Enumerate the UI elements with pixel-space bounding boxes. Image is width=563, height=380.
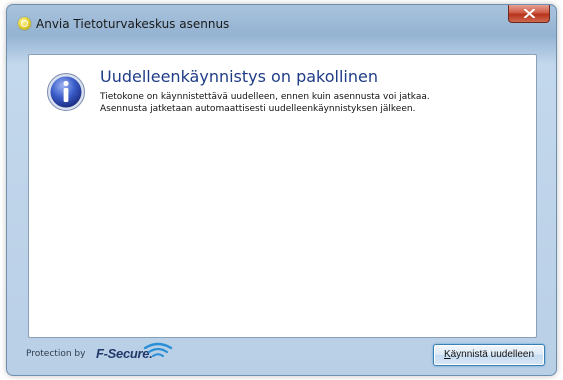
message-line-2: Asennusta jatketaan automaattisesti uude…	[100, 104, 416, 114]
f-secure-logo	[143, 342, 173, 357]
title-bar[interactable]: Anvia Tietoturvakeskus asennus	[7, 5, 556, 39]
message-panel: Uudelleenkäynnistys on pakollinen Tietok…	[28, 54, 537, 338]
app-icon	[18, 17, 31, 30]
message-heading: Uudelleenkäynnistys on pakollinen	[100, 67, 378, 86]
info-icon	[47, 73, 85, 111]
close-icon	[524, 9, 535, 18]
message-line-1: Tietokone on käynnistettävä uudelleen, e…	[100, 92, 430, 102]
restart-button-access-key: K	[443, 349, 451, 360]
window-title: Anvia Tietoturvakeskus asennus	[36, 17, 230, 31]
restart-button-label: äynnistä uudelleen	[450, 349, 535, 360]
protection-label: Protection by	[26, 349, 86, 359]
close-button[interactable]	[508, 5, 550, 23]
restart-button[interactable]: Käynnistä uudelleen	[433, 344, 545, 366]
